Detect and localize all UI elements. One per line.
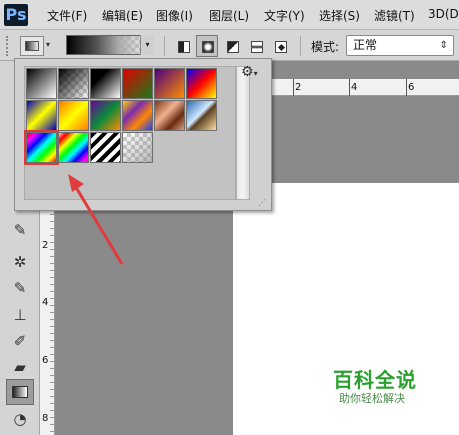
gradient-swatch[interactable] bbox=[186, 100, 217, 131]
annotation-arrow bbox=[68, 174, 124, 265]
healing-brush-icon[interactable]: ✲ bbox=[6, 249, 34, 275]
gradient-swatch-selected[interactable] bbox=[24, 130, 59, 165]
gradient-swatch[interactable] bbox=[90, 132, 121, 163]
ruler-tick bbox=[293, 79, 294, 96]
gradient-dropdown-chevron-icon[interactable]: ▾ bbox=[140, 35, 154, 55]
separator bbox=[164, 36, 165, 56]
tool-preset-chevron-icon[interactable]: ▾ bbox=[46, 40, 50, 49]
angle-gradient-icon bbox=[227, 41, 239, 53]
ruler-label: 6 bbox=[408, 82, 415, 93]
eyedropper-icon[interactable]: ✎ bbox=[6, 217, 34, 243]
ruler-label: 6 bbox=[42, 355, 49, 366]
ruler-tick bbox=[349, 79, 350, 96]
mode-label: 模式: bbox=[311, 40, 340, 54]
ruler-label: 2 bbox=[42, 240, 49, 251]
gradient-swatch[interactable] bbox=[58, 100, 89, 131]
gradient-swatch[interactable] bbox=[26, 100, 57, 131]
gradient-picker-scrollbar[interactable] bbox=[236, 66, 250, 200]
menu-bar: Ps 文件(F) 编辑(E) 图像(I) 图层(L) 文字(Y) 选择(S) 滤… bbox=[0, 0, 459, 30]
mode-select-value: 正常 bbox=[353, 38, 378, 52]
menu-layer[interactable]: 图层(L) bbox=[209, 7, 249, 24]
gradient-swatch[interactable] bbox=[186, 68, 217, 99]
diamond-gradient-button[interactable] bbox=[269, 35, 291, 57]
clone-stamp-icon[interactable]: ⊥ bbox=[6, 302, 34, 328]
radial-gradient-button[interactable] bbox=[196, 35, 218, 57]
diamond-gradient-icon bbox=[275, 41, 287, 53]
options-bar: ▾ ▾ 模式: 正常 ⇕ bbox=[0, 30, 459, 61]
menu-filter[interactable]: 滤镜(T) bbox=[374, 7, 415, 24]
brush-icon[interactable]: ✎ bbox=[6, 275, 34, 301]
ruler-label: 4 bbox=[42, 297, 49, 308]
gradient-swatch[interactable] bbox=[154, 68, 185, 99]
gradient-tool-icon[interactable] bbox=[6, 379, 34, 405]
separator bbox=[300, 36, 301, 56]
gradient-tool-swatch bbox=[12, 386, 28, 398]
gradient-swatch[interactable] bbox=[154, 100, 185, 131]
diamond-shape bbox=[277, 43, 286, 52]
options-bar-grip[interactable] bbox=[6, 36, 12, 56]
gradient-swatch[interactable] bbox=[90, 68, 121, 99]
gradient-swatch[interactable] bbox=[26, 68, 57, 99]
gear-icon[interactable]: ⚙▾ bbox=[241, 64, 261, 82]
tool-preset-icon bbox=[25, 41, 39, 51]
watermark-subtitle: 助你轻松解决 bbox=[339, 392, 405, 405]
arrow-shaft bbox=[72, 183, 124, 265]
menu-3d[interactable]: 3D(D bbox=[428, 7, 459, 21]
gradient-swatch[interactable] bbox=[58, 132, 89, 163]
gradient-swatch[interactable] bbox=[122, 68, 153, 99]
tool-preset-picker[interactable] bbox=[20, 36, 44, 56]
ruler-tick bbox=[406, 79, 407, 96]
watermark-title: 百科全说 bbox=[333, 368, 417, 392]
eraser-icon[interactable]: ▰ bbox=[6, 354, 34, 380]
mode-select[interactable]: 正常 ⇕ bbox=[346, 35, 454, 56]
gradient-swatch[interactable] bbox=[122, 132, 153, 163]
updown-chevron-icon: ⇕ bbox=[439, 40, 448, 51]
angle-gradient-button[interactable] bbox=[221, 35, 243, 57]
reflected-gradient-icon bbox=[251, 41, 263, 53]
blur-icon[interactable]: ◔ bbox=[6, 406, 34, 432]
linear-gradient-button[interactable] bbox=[172, 35, 194, 57]
gradient-swatch[interactable] bbox=[122, 100, 153, 131]
gradient-swatch[interactable] bbox=[90, 100, 121, 131]
menu-edit[interactable]: 编辑(E) bbox=[102, 7, 143, 24]
ruler-label: 2 bbox=[295, 82, 302, 93]
photoshop-logo-icon: Ps bbox=[4, 4, 28, 26]
ruler-label: 4 bbox=[351, 82, 358, 93]
menu-type[interactable]: 文字(Y) bbox=[264, 7, 305, 24]
menu-file[interactable]: 文件(F) bbox=[47, 7, 87, 24]
history-brush-icon[interactable]: ✐ bbox=[6, 328, 34, 354]
menu-select[interactable]: 选择(S) bbox=[319, 7, 360, 24]
radial-gradient-icon bbox=[202, 41, 214, 53]
arrow-head bbox=[68, 174, 84, 192]
ruler-label: 8 bbox=[42, 413, 49, 424]
linear-gradient-icon bbox=[178, 41, 190, 53]
reflected-gradient-button[interactable] bbox=[245, 35, 267, 57]
gradient-swatch[interactable] bbox=[58, 68, 89, 99]
resize-grip-icon[interactable]: ⋰ bbox=[258, 198, 268, 208]
menu-image[interactable]: 图像(I) bbox=[156, 7, 193, 24]
